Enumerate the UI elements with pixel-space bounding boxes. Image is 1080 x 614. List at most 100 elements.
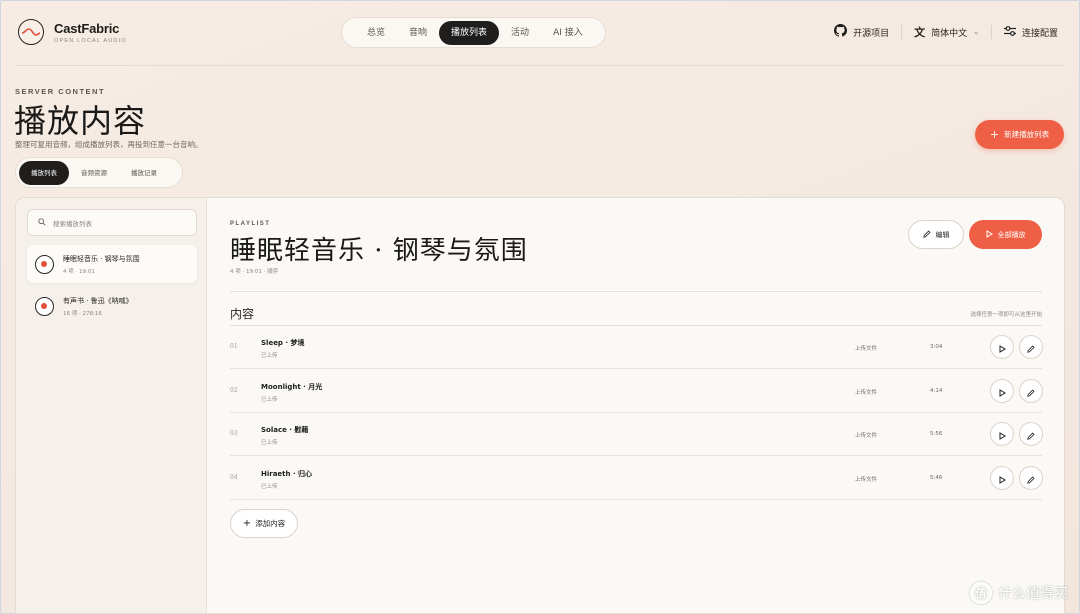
track-index: 03 bbox=[230, 430, 238, 437]
content-panel: 搜索播放列表 睡眠轻音乐 · 钢琴与氛围 4 项 · 19:01 有声书 · 鲁… bbox=[15, 197, 1065, 614]
playlist-meta: 4 项 · 19:01 · 顺序 bbox=[230, 269, 279, 275]
track-row[interactable]: 01 Sleep · 梦境 已上传 上传文件 3:04 bbox=[230, 326, 1043, 369]
section-hint: 选择任意一项即可从这里开始 bbox=[970, 312, 1042, 318]
subtab-history[interactable]: 播放记录 bbox=[119, 161, 169, 185]
playlist-detail: PLAYLIST 睡眠轻音乐 · 钢琴与氛围 4 项 · 19:01 · 顺序 … bbox=[208, 198, 1064, 613]
track-source: 上传文件 bbox=[855, 346, 878, 352]
tab-speakers[interactable]: 音响 bbox=[397, 21, 439, 45]
search-input[interactable]: 搜索播放列表 bbox=[27, 209, 197, 236]
track-title: Hiraeth · 归心 bbox=[261, 470, 313, 478]
track-index: 01 bbox=[230, 343, 238, 350]
pencil-icon bbox=[1027, 382, 1035, 401]
play-track-button[interactable] bbox=[990, 379, 1014, 403]
track-status: 已上传 bbox=[261, 397, 278, 403]
subtab-playlists[interactable]: 播放列表 bbox=[19, 160, 69, 185]
track-duration: 4:14 bbox=[930, 388, 943, 394]
track-title: Solace · 慰藉 bbox=[261, 426, 309, 434]
sliders-icon bbox=[1003, 25, 1016, 39]
disc-icon bbox=[35, 296, 54, 316]
playlist-item[interactable]: 有声书 · 鲁迅《呐喊》 16 项 · 278:16 bbox=[27, 287, 197, 325]
tab-ai[interactable]: AI 接入 bbox=[541, 21, 595, 45]
play-track-button[interactable] bbox=[990, 466, 1014, 490]
playlist-name: 有声书 · 鲁迅《呐喊》 bbox=[63, 296, 133, 305]
track-source: 上传文件 bbox=[855, 477, 878, 483]
github-label: 开源项目 bbox=[853, 28, 890, 39]
add-content-label: 添加内容 bbox=[255, 519, 286, 528]
brand-name: CastFabric bbox=[54, 20, 120, 36]
track-duration: 3:04 bbox=[930, 344, 943, 350]
tab-activity[interactable]: 活动 bbox=[499, 21, 541, 45]
page-title: 播放内容 bbox=[14, 102, 147, 140]
play-all-button[interactable]: 全部播放 bbox=[969, 220, 1042, 249]
watermark-logo-icon: 值 bbox=[970, 582, 992, 604]
logo-icon bbox=[18, 19, 44, 45]
playlist-meta: 4 项 · 19:01 bbox=[63, 268, 95, 275]
brand-logo[interactable]: CastFabric OPEN LOCAL AUDIO bbox=[18, 19, 127, 45]
translate-icon: 文 bbox=[914, 26, 926, 39]
track-row[interactable]: 02 Moonlight · 月光 已上传 上传文件 4:14 bbox=[230, 370, 1043, 413]
github-link[interactable]: 开源项目 bbox=[834, 24, 889, 40]
page-description: 整理可复用音频，组成播放列表，再投到任意一台音响。 bbox=[15, 140, 203, 149]
track-index: 02 bbox=[230, 387, 238, 394]
track-source: 上传文件 bbox=[855, 433, 878, 439]
subtab-audio-resources[interactable]: 音频资源 bbox=[69, 161, 119, 185]
playlist-meta: 16 项 · 278:16 bbox=[63, 310, 102, 317]
edit-track-button[interactable] bbox=[1019, 379, 1043, 403]
pencil-icon bbox=[1027, 469, 1035, 488]
content-subtabs: 播放列表 音频资源 播放记录 bbox=[15, 157, 183, 188]
section-title: 内容 bbox=[230, 307, 255, 321]
edit-track-button[interactable] bbox=[1019, 335, 1043, 359]
play-icon bbox=[999, 469, 1006, 488]
playlist-item[interactable]: 睡眠轻音乐 · 钢琴与氛围 4 项 · 19:01 bbox=[27, 245, 197, 283]
settings-link[interactable]: 连接配置 bbox=[1003, 25, 1058, 39]
watermark-text: 什么值得买 bbox=[998, 586, 1068, 602]
header-divider bbox=[15, 65, 1065, 66]
track-title: Sleep · 梦境 bbox=[261, 339, 305, 347]
search-icon bbox=[38, 217, 46, 228]
track-index: 04 bbox=[230, 474, 238, 481]
track-status: 已上传 bbox=[261, 484, 278, 490]
plus-icon: + bbox=[989, 128, 1000, 141]
new-playlist-button[interactable]: + 新建播放列表 bbox=[975, 120, 1064, 149]
playlist-eyebrow: PLAYLIST bbox=[230, 221, 271, 227]
add-content-button[interactable]: + 添加内容 bbox=[230, 509, 298, 538]
track-duration: 5:56 bbox=[930, 431, 943, 437]
page-eyebrow: SERVER CONTENT bbox=[15, 87, 106, 96]
track-status: 已上传 bbox=[261, 353, 278, 359]
edit-playlist-button[interactable]: 编辑 bbox=[908, 220, 964, 249]
playlist-name: 睡眠轻音乐 · 钢琴与氛围 bbox=[63, 254, 140, 263]
edit-label: 编辑 bbox=[935, 230, 950, 239]
plus-icon: + bbox=[242, 518, 252, 529]
main-nav: 总览 音响 播放列表 活动 AI 接入 bbox=[341, 17, 606, 48]
playlist-title: 睡眠轻音乐 · 钢琴与氛围 bbox=[230, 236, 528, 266]
track-title: Moonlight · 月光 bbox=[261, 383, 323, 391]
top-actions: 开源项目 文 简体中文 ⌄ 连接配置 bbox=[834, 24, 1058, 40]
edit-track-button[interactable] bbox=[1019, 466, 1043, 490]
language-select[interactable]: 文 简体中文 ⌄ bbox=[914, 24, 979, 40]
settings-label: 连接配置 bbox=[1021, 28, 1058, 39]
pencil-icon bbox=[922, 229, 931, 240]
play-track-button[interactable] bbox=[990, 422, 1014, 446]
play-icon bbox=[999, 425, 1006, 444]
tab-playlists[interactable]: 播放列表 bbox=[439, 20, 500, 45]
track-row[interactable]: 03 Solace · 慰藉 已上传 上传文件 5:56 bbox=[230, 413, 1043, 456]
divider bbox=[230, 291, 1042, 292]
track-row[interactable]: 04 Hiraeth · 归心 已上传 上传文件 5:46 bbox=[230, 457, 1043, 500]
playlist-sidebar: 搜索播放列表 睡眠轻音乐 · 钢琴与氛围 4 项 · 19:01 有声书 · 鲁… bbox=[16, 198, 207, 613]
watermark: 值 什么值得买 bbox=[970, 582, 1068, 604]
track-source: 上传文件 bbox=[855, 390, 878, 396]
pencil-icon bbox=[1027, 338, 1035, 357]
divider bbox=[901, 25, 903, 39]
language-label: 简体中文 bbox=[931, 28, 968, 39]
play-track-button[interactable] bbox=[990, 335, 1014, 359]
pencil-icon bbox=[1027, 425, 1035, 444]
brand-tagline: OPEN LOCAL AUDIO bbox=[54, 37, 127, 44]
search-placeholder: 搜索播放列表 bbox=[53, 219, 92, 228]
edit-track-button[interactable] bbox=[1019, 422, 1043, 446]
play-icon bbox=[986, 229, 993, 240]
chevron-down-icon: ⌄ bbox=[973, 28, 979, 36]
play-all-label: 全部播放 bbox=[997, 230, 1026, 239]
divider bbox=[990, 25, 992, 39]
tab-overview[interactable]: 总览 bbox=[355, 21, 397, 45]
new-playlist-label: 新建播放列表 bbox=[1004, 130, 1050, 139]
